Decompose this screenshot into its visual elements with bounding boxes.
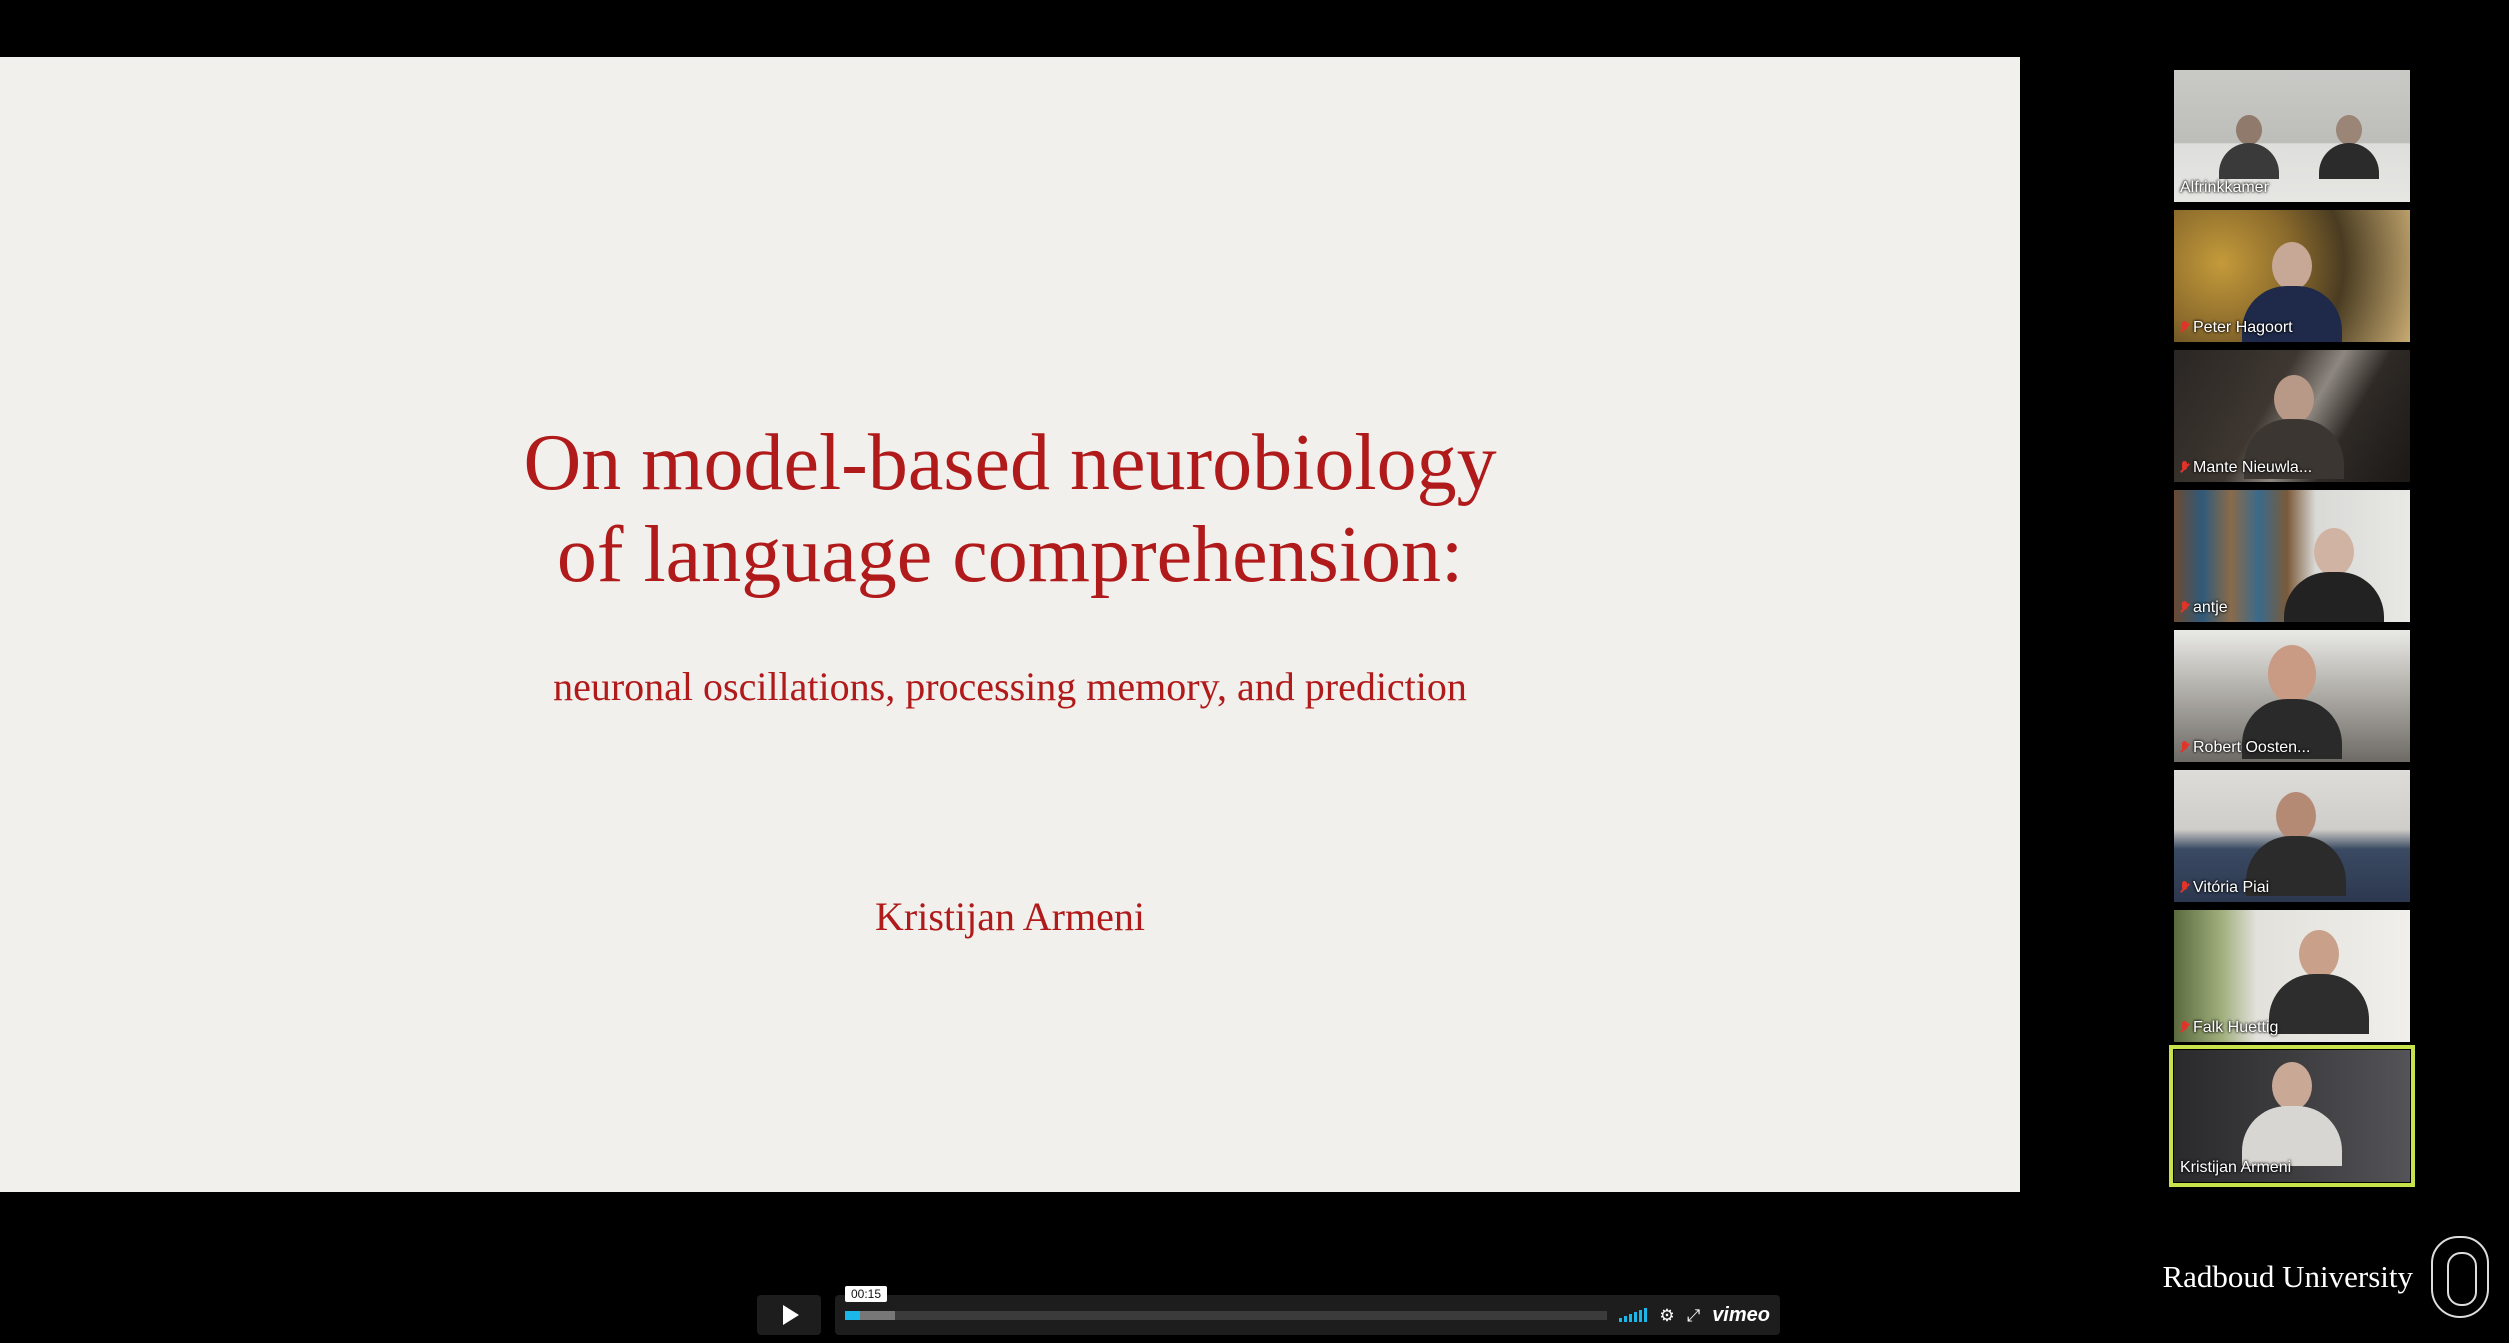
play-icon — [783, 1305, 799, 1325]
muted-mic-icon — [2180, 881, 2189, 895]
participant-name: Mante Nieuwla... — [2180, 458, 2312, 478]
participant-tile-active-speaker[interactable]: Kristijan Armeni — [2169, 1045, 2415, 1187]
participant-name: Robert Oosten... — [2180, 738, 2310, 758]
video-player-controls: 00:15 ⚙ ⤢ vimeo — [757, 1285, 1780, 1336]
participant-tile[interactable]: Robert Oosten... — [2174, 630, 2410, 762]
volume-icon[interactable] — [1619, 1308, 1648, 1322]
progress-played — [845, 1310, 861, 1320]
control-bar: 00:15 ⚙ ⤢ vimeo — [835, 1285, 1780, 1335]
participant-name: Vitória Piai — [2180, 878, 2269, 898]
participant-name: Falk Huettig — [2180, 1018, 2278, 1038]
participant-tile[interactable]: Peter Hagoort — [2174, 210, 2410, 342]
slide-title: On model-based neurobiology of language … — [0, 417, 2020, 601]
participant-name: Kristijan Armeni — [2180, 1159, 2292, 1176]
progress-bar[interactable]: 00:15 — [845, 1285, 1608, 1320]
participant-tile[interactable]: Alfrinkkamer — [2174, 70, 2410, 202]
settings-gear-icon[interactable]: ⚙ — [1659, 1307, 1674, 1324]
current-time: 00:15 — [845, 1285, 888, 1302]
muted-mic-icon — [2180, 461, 2189, 475]
slide-title-line-2: of language comprehension: — [556, 511, 1464, 599]
slide-subtitle: neuronal oscillations, processing memory… — [553, 664, 1467, 709]
participant-tile[interactable]: Falk Huettig — [2174, 910, 2410, 1042]
muted-mic-icon — [2180, 1021, 2189, 1035]
play-button[interactable] — [757, 1295, 821, 1335]
participant-name: antje — [2180, 598, 2228, 618]
participant-name: Alfrinkkamer — [2180, 179, 2269, 196]
university-logo: Radboud University — [2162, 1232, 2489, 1322]
muted-mic-icon — [2180, 321, 2189, 335]
university-name: Radboud University — [2162, 1259, 2413, 1294]
participant-tile[interactable]: antje — [2174, 490, 2410, 622]
participant-tile[interactable]: Mante Nieuwla... — [2174, 350, 2410, 482]
slide-author: Kristijan Armeni — [875, 894, 1145, 939]
fullscreen-icon[interactable]: ⤢ — [1687, 1307, 1701, 1324]
slide-title-line-1: On model-based neurobiology — [523, 419, 1497, 507]
participant-name: Peter Hagoort — [2180, 318, 2293, 338]
presentation-slide: On model-based neurobiology of language … — [0, 57, 2020, 1192]
muted-mic-icon — [2180, 601, 2189, 615]
vimeo-logo[interactable]: vimeo — [1712, 1304, 1770, 1327]
participant-tile[interactable]: Vitória Piai — [2174, 770, 2410, 902]
university-crest-icon — [2431, 1236, 2489, 1318]
muted-mic-icon — [2180, 741, 2189, 755]
